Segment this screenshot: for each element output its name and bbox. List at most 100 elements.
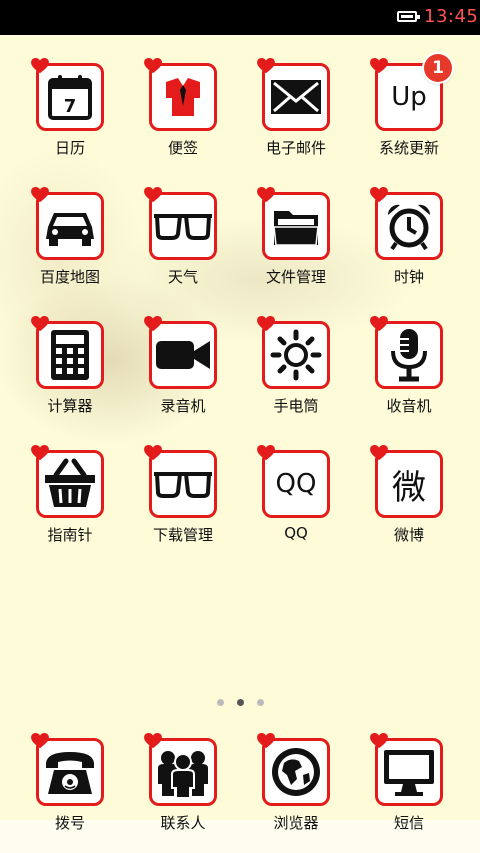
email-tile[interactable] [257, 58, 330, 131]
heart-icon [144, 733, 162, 749]
envelope-icon [271, 80, 321, 114]
calendar-tile[interactable]: 7 [31, 58, 104, 131]
app-label: 收音机 [386, 397, 432, 415]
app-baidu-map[interactable]: 百度地图 [18, 187, 122, 287]
app-calendar[interactable]: 7 日历 [18, 58, 122, 158]
monitor-icon [384, 750, 434, 796]
dock-phone[interactable]: 拨号 [18, 733, 122, 833]
heart-icon [370, 316, 388, 332]
page-dot[interactable] [257, 699, 264, 706]
calculator-tile[interactable] [31, 316, 104, 389]
app-label: 录音机 [160, 397, 206, 415]
app-label: 日历 [54, 139, 85, 157]
app-label: 拨号 [54, 814, 85, 832]
glasses-icon [154, 472, 212, 498]
app-label: 手电筒 [273, 397, 319, 415]
heart-icon [144, 316, 162, 332]
app-notes[interactable]: 便签 [131, 58, 235, 158]
video-camera-icon [156, 341, 210, 369]
app-label: 文件管理 [265, 268, 326, 286]
telephone-icon [46, 752, 94, 794]
heart-icon [370, 445, 388, 461]
dock-browser[interactable]: 浏览器 [244, 733, 348, 833]
app-system-update[interactable]: Up 1 系统更新 [357, 54, 461, 158]
battery-icon [397, 11, 420, 22]
app-clock[interactable]: 时钟 [357, 187, 461, 287]
app-calculator[interactable]: 计算器 [18, 316, 122, 416]
messages-tile[interactable] [370, 733, 443, 806]
microphone-icon [391, 329, 427, 382]
heart-icon [31, 316, 49, 332]
page-dot-active[interactable] [237, 699, 244, 706]
page-dot[interactable] [217, 699, 224, 706]
notes-tile[interactable] [144, 58, 217, 131]
browser-tile[interactable] [257, 733, 330, 806]
update-icon: Up [391, 82, 427, 112]
app-file-manager[interactable]: 文件管理 [244, 187, 348, 287]
shirt-icon [166, 78, 200, 116]
app-label: 短信 [393, 814, 424, 832]
app-flashlight[interactable]: 手电筒 [244, 316, 348, 416]
dock-messages[interactable]: 短信 [357, 733, 461, 833]
app-label: 电子邮件 [265, 139, 326, 157]
glasses-icon [154, 214, 212, 240]
phone-tile[interactable] [31, 733, 104, 806]
heart-icon [257, 187, 275, 203]
app-label: 下载管理 [152, 526, 213, 544]
dock-contacts[interactable]: 联系人 [131, 733, 235, 833]
flashlight-tile[interactable] [257, 316, 330, 389]
qq-text-icon: QQ [275, 469, 317, 499]
heart-icon [370, 187, 388, 203]
heart-icon [257, 445, 275, 461]
heart-icon [370, 58, 388, 74]
clock-tile[interactable] [370, 187, 443, 260]
download-manager-tile[interactable] [144, 445, 217, 518]
page-indicator[interactable] [214, 699, 274, 709]
calculator-icon [51, 330, 89, 380]
heart-icon [257, 733, 275, 749]
recorder-tile[interactable] [144, 316, 217, 389]
status-time: 13:45 [424, 6, 479, 27]
radio-tile[interactable] [370, 316, 443, 389]
qq-tile[interactable]: QQ [257, 445, 330, 518]
globe-icon [272, 748, 320, 796]
heart-icon [31, 58, 49, 74]
app-compass[interactable]: 指南针 [18, 445, 122, 545]
alarm-clock-icon [387, 204, 431, 251]
app-label: 天气 [167, 268, 198, 286]
heart-icon [31, 733, 49, 749]
app-label: 联系人 [160, 814, 206, 832]
app-label: 指南针 [47, 526, 93, 544]
app-weibo[interactable]: 微 微博 [357, 445, 461, 545]
weather-tile[interactable] [144, 187, 217, 260]
app-email[interactable]: 电子邮件 [244, 58, 348, 158]
app-label: 浏览器 [273, 814, 319, 832]
compass-tile[interactable] [31, 445, 104, 518]
heart-icon [370, 733, 388, 749]
app-download-manager[interactable]: 下载管理 [131, 445, 235, 545]
status-bar: 13:45 [0, 0, 480, 35]
baidu-map-tile[interactable] [31, 187, 104, 260]
weibo-tile[interactable]: 微 [370, 445, 443, 518]
app-recorder[interactable]: 录音机 [131, 316, 235, 416]
heart-icon [144, 445, 162, 461]
contacts-tile[interactable] [144, 733, 217, 806]
app-label: QQ [284, 524, 308, 542]
notification-badge: 1 [424, 54, 452, 82]
contacts-icon [158, 751, 208, 798]
app-weather[interactable]: 天气 [131, 187, 235, 287]
sun-icon [270, 329, 322, 381]
system-update-tile[interactable]: Up 1 [370, 54, 452, 131]
heart-icon [144, 58, 162, 74]
app-label: 微博 [393, 526, 424, 544]
app-qq[interactable]: QQ QQ [244, 445, 348, 542]
app-label: 便签 [167, 139, 198, 157]
app-label: 时钟 [393, 268, 424, 286]
heart-icon [31, 445, 49, 461]
calendar-day: 7 [64, 96, 77, 117]
weibo-text-icon: 微 [392, 467, 426, 508]
car-icon [46, 213, 94, 246]
file-manager-tile[interactable] [257, 187, 330, 260]
app-label: 系统更新 [378, 139, 439, 157]
app-radio[interactable]: 收音机 [357, 316, 461, 416]
